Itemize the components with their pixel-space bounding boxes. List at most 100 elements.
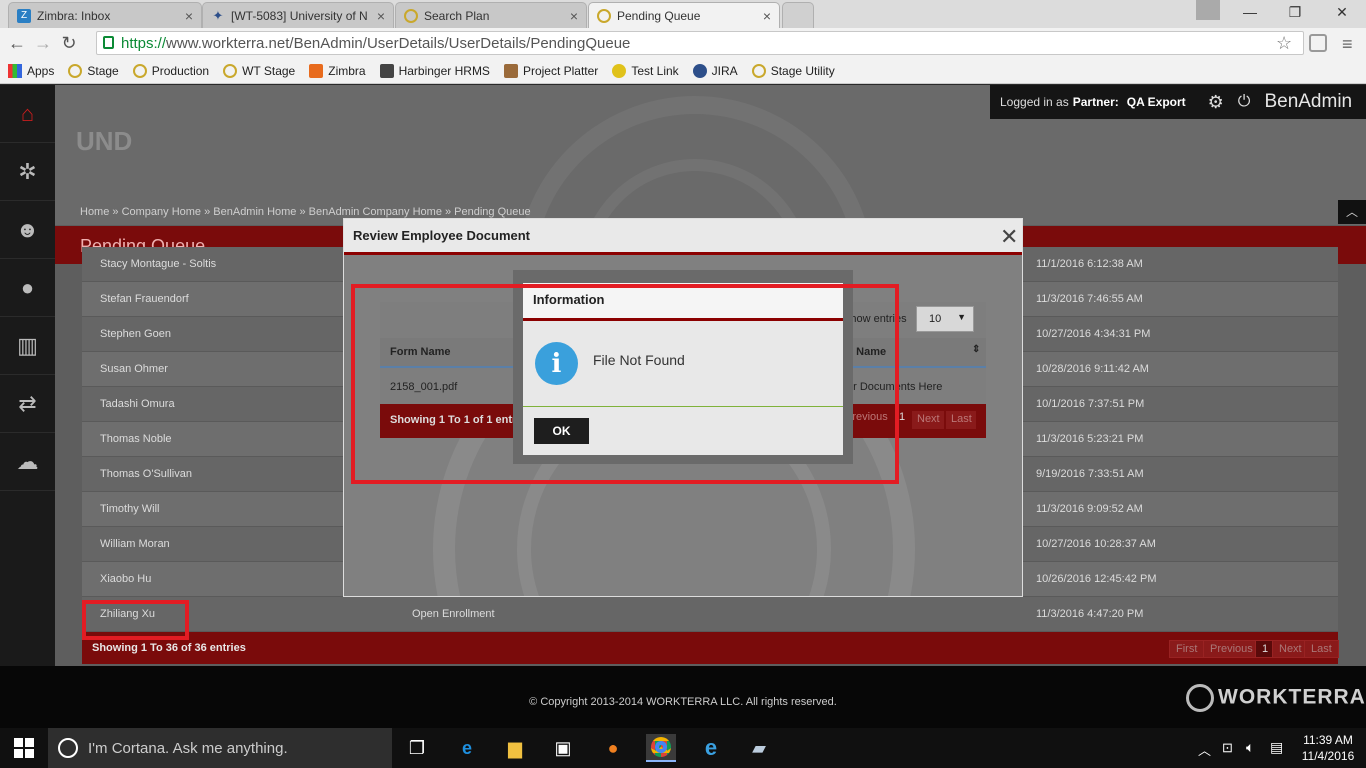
bookmark-label: Apps — [27, 63, 55, 78]
bookmark-harbinger-hrms[interactable]: Harbinger HRMS — [379, 63, 490, 78]
employee-name-cell[interactable]: Stephen Goen — [100, 328, 171, 340]
employee-name-cell[interactable]: Tadashi Omura — [100, 398, 175, 410]
tab-title: [WT-5083] University of N — [231, 8, 368, 23]
documents-pager-last[interactable]: Last — [946, 411, 976, 429]
lock-icon — [103, 36, 114, 49]
store-icon[interactable]: ▣ — [548, 734, 578, 762]
clock-date: 11/4/2016 — [1301, 749, 1355, 763]
tab-pending-queue[interactable]: Pending Queue × — [588, 2, 780, 28]
cortana-placeholder: I'm Cortana. Ask me anything. — [88, 739, 288, 757]
submitted-date-cell: 11/3/2016 7:46:55 AM — [1036, 293, 1143, 305]
restore-icon[interactable]: ❐ — [1285, 4, 1305, 22]
bookmark-star-icon[interactable]: ☆ — [1276, 33, 1292, 54]
back-icon[interactable]: ← — [4, 33, 30, 54]
pager-first[interactable]: First — [1169, 640, 1205, 658]
close-icon[interactable]: × — [185, 8, 193, 24]
bookmark-label: Harbinger HRMS — [398, 63, 490, 78]
menu-icon[interactable]: ≡ — [1342, 34, 1353, 55]
bookmark-label: Zimbra — [328, 63, 366, 78]
user-profile-icon[interactable] — [1196, 0, 1220, 20]
notification-icon[interactable]: ▤ — [1270, 739, 1283, 756]
user-star-icon[interactable]: ☻ — [0, 201, 55, 259]
workterra-icon — [132, 63, 147, 78]
chevron-up-icon[interactable]: ︿ — [1338, 200, 1366, 224]
bookmark-stage[interactable]: Stage — [68, 63, 119, 78]
employee-name-cell[interactable]: William Moran — [100, 538, 170, 550]
documents-pager-next[interactable]: Next — [912, 411, 944, 429]
zimbra-icon: Z — [17, 8, 31, 23]
file-explorer-icon[interactable]: ▆ — [500, 734, 530, 762]
window-close-icon[interactable]: ✕ — [1332, 4, 1352, 22]
submitted-date-cell: 10/27/2016 10:28:37 AM — [1036, 538, 1156, 550]
volume-icon[interactable]: 🔈︎ — [1246, 739, 1254, 756]
jira-icon — [692, 63, 707, 78]
employee-name-cell[interactable]: Thomas O'Sullivan — [100, 468, 192, 480]
review-modal-title: Review Employee Document — [353, 228, 530, 243]
workterra-logo: WORKTERRA — [1186, 684, 1366, 712]
windows-start-icon[interactable] — [14, 738, 34, 758]
bar-chart-icon[interactable]: ▥ — [0, 317, 55, 375]
task-view-icon[interactable]: ❐ — [402, 734, 432, 762]
employee-name-cell[interactable]: Xiaobo Hu — [100, 573, 151, 585]
review-modal-header: Review Employee Document — [344, 219, 1022, 255]
chrome-icon[interactable] — [646, 734, 676, 762]
close-icon[interactable]: × — [570, 8, 578, 24]
workterra-icon — [751, 63, 766, 78]
power-icon[interactable]: ⏻ — [1238, 93, 1251, 111]
close-icon[interactable]: ✕ — [1000, 224, 1018, 250]
system-tray-chevron-icon[interactable]: ︿ — [1198, 740, 1211, 759]
home-icon[interactable]: ⌂ — [0, 85, 55, 143]
tab-jira-issue[interactable]: ✦ [WT-5083] University of N × — [202, 2, 394, 28]
reload-icon[interactable]: ↻ — [56, 33, 82, 54]
testlink-icon — [612, 63, 627, 78]
chat-icon[interactable]: ☁ — [0, 433, 55, 491]
taskbar-clock[interactable]: 11:39 AM 11/4/2016 — [1296, 732, 1360, 764]
edge-icon[interactable]: e — [452, 734, 482, 762]
logo-text: WORKTERRA — [1218, 685, 1366, 709]
bookmark-zimbra[interactable]: Zimbra — [309, 63, 366, 78]
bookmark-label: Stage — [87, 63, 119, 78]
bookmark-jira[interactable]: JIRA — [692, 63, 738, 78]
employee-name-cell[interactable]: Susan Ohmer — [100, 363, 168, 375]
logged-in-user: QA Export — [1126, 95, 1186, 109]
employee-name-cell[interactable]: Stefan Frauendorf — [100, 293, 189, 305]
forward-icon[interactable]: → — [30, 33, 56, 54]
employee-name-cell[interactable]: Thomas Noble — [100, 433, 172, 445]
notepad-icon[interactable]: ▰ — [744, 734, 774, 762]
gear-icon[interactable]: ⚙ — [1208, 92, 1224, 113]
firefox-icon[interactable]: ● — [598, 734, 628, 762]
network-icon[interactable]: ⊡ — [1222, 740, 1233, 756]
bookmark-project-platter[interactable]: Project Platter — [503, 63, 598, 78]
submitted-date-cell: 10/26/2016 12:45:42 PM — [1036, 573, 1157, 585]
sort-icon[interactable]: ⇕ — [972, 344, 980, 355]
puzzle-icon[interactable]: ✲ — [0, 143, 55, 201]
minimize-icon[interactable]: — — [1240, 4, 1260, 22]
tab-zimbra-inbox[interactable]: Z Zimbra: Inbox × — [8, 2, 202, 28]
internet-explorer-icon[interactable]: e — [696, 734, 726, 762]
new-tab-button[interactable] — [782, 2, 814, 28]
pager-previous[interactable]: Previous — [1203, 640, 1260, 658]
bookmark-production[interactable]: Production — [132, 63, 209, 78]
submitted-date-cell: 9/19/2016 7:33:51 AM — [1036, 468, 1144, 480]
pager-last[interactable]: Last — [1304, 640, 1339, 658]
close-icon[interactable]: × — [377, 8, 385, 24]
show-entries-select[interactable]: 10 ▼ — [916, 306, 974, 332]
close-icon[interactable]: × — [763, 8, 771, 24]
bookmark-test-link[interactable]: Test Link — [612, 63, 679, 78]
table-row[interactable]: Zhiliang Xu Open Enrollment 11/3/2016 4:47… — [82, 597, 1338, 632]
workterra-icon — [404, 8, 418, 23]
cortana-search-box[interactable]: I'm Cortana. Ask me anything. — [48, 728, 392, 768]
employee-name-cell[interactable]: Stacy Montague - Soltis — [100, 258, 216, 270]
documents-pager-page[interactable]: 1 — [899, 411, 905, 423]
address-bar[interactable]: https://www.workterra.net/BenAdmin/UserD… — [96, 31, 1304, 55]
extension-icon[interactable] — [1309, 34, 1327, 52]
employee-name-cell[interactable]: Timothy Will — [100, 503, 159, 515]
transfer-arrows-icon[interactable]: ⇄ — [0, 375, 55, 433]
tab-search-plan[interactable]: Search Plan × — [395, 2, 587, 28]
bookmark-stage-utility[interactable]: Stage Utility — [751, 63, 835, 78]
bookmark-wt-stage[interactable]: WT Stage — [223, 63, 295, 78]
platter-icon — [503, 63, 518, 78]
clock-time: 11:39 AM — [1303, 733, 1353, 747]
bookmark-apps[interactable]: Apps — [8, 63, 55, 78]
user-icon[interactable]: ● — [0, 259, 55, 317]
